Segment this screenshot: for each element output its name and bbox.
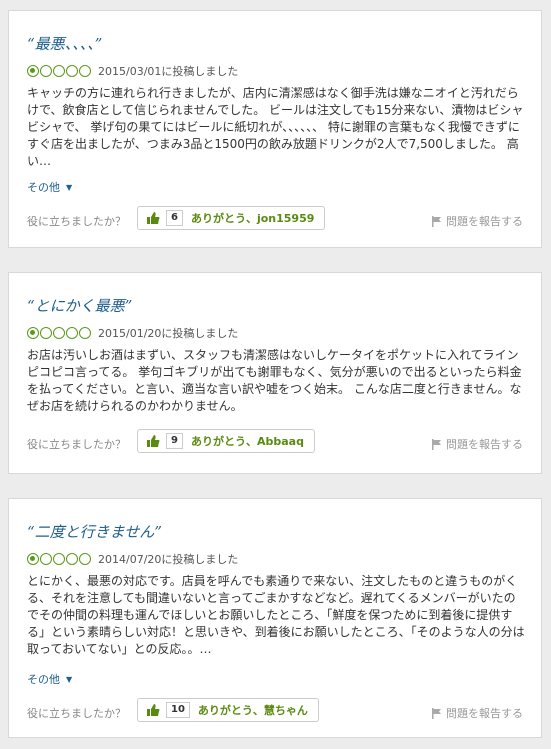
report-link[interactable]: 問題を報告する bbox=[432, 213, 523, 229]
thumbs-up-icon bbox=[147, 704, 160, 716]
thanks-button[interactable]: 10 ありがとう、慧ちゃん bbox=[137, 698, 319, 722]
rating-row: 2014/07/20に投稿しました bbox=[27, 551, 238, 567]
thanks-label: ありがとう、慧ちゃん bbox=[197, 704, 308, 717]
flag-icon bbox=[432, 707, 441, 719]
thanks-label: ありがとう、Abbaaq bbox=[190, 435, 304, 448]
bubble-rating-icon bbox=[27, 65, 92, 77]
thanks-count: 9 bbox=[166, 433, 183, 449]
flag-icon bbox=[432, 438, 441, 450]
rating-row: 2015/01/20に投稿しました bbox=[27, 325, 238, 341]
thanks-button[interactable]: 9 ありがとう、Abbaaq bbox=[137, 429, 315, 453]
review-card: “とにかく最悪” 2015/01/20に投稿しました お店は汚いしお酒はまずい、… bbox=[8, 272, 542, 474]
review-card: “最悪、、、、” 2015/03/01に投稿しました キャッチの方に連れられ行き… bbox=[8, 10, 542, 248]
review-list: “最悪、、、、” 2015/03/01に投稿しました キャッチの方に連れられ行き… bbox=[0, 0, 551, 749]
helpful-question: 役に立ちましたか？ bbox=[27, 707, 126, 720]
more-link[interactable]: その他 ▼ bbox=[27, 671, 72, 687]
flag-icon bbox=[432, 215, 441, 227]
report-label: 問題を報告する bbox=[446, 438, 523, 451]
more-label: その他 bbox=[27, 181, 60, 194]
thumbs-up-icon bbox=[147, 212, 160, 224]
review-body: キャッチの方に連れられ行きましたが、店内に清潔感はなく御手洗は嫌なニオイと汚れだ… bbox=[27, 86, 524, 168]
review-card: “二度と行きません” 2014/07/20に投稿しました とにかく、最悪の対応で… bbox=[8, 498, 542, 738]
more-link[interactable]: その他 ▼ bbox=[27, 179, 72, 195]
review-title[interactable]: “最悪、、、、” bbox=[27, 33, 102, 54]
thanks-label: ありがとう、jon15959 bbox=[190, 212, 315, 225]
review-body: お店は汚いしお酒はまずい、スタッフも清潔感はないしケータイをポケットに入れてライ… bbox=[27, 348, 522, 413]
review-date: 2015/03/01に投稿しました bbox=[98, 65, 239, 78]
report-label: 問題を報告する bbox=[446, 215, 523, 228]
thanks-count: 10 bbox=[166, 702, 190, 718]
helpful-question: 役に立ちましたか？ bbox=[27, 438, 126, 451]
review-date: 2014/07/20に投稿しました bbox=[98, 553, 239, 566]
bubble-rating-icon bbox=[27, 327, 92, 339]
thanks-count: 6 bbox=[166, 210, 183, 226]
caret-down-icon: ▼ bbox=[66, 674, 73, 684]
report-link[interactable]: 問題を報告する bbox=[432, 436, 523, 452]
thumbs-up-icon bbox=[147, 435, 160, 447]
caret-down-icon: ▼ bbox=[66, 182, 73, 192]
report-link[interactable]: 問題を報告する bbox=[432, 705, 523, 721]
review-title[interactable]: “二度と行きません” bbox=[27, 521, 162, 542]
review-body: とにかく、最悪の対応です。店員を呼んでも素通りで来ない、注文したものと違うものが… bbox=[27, 574, 525, 656]
rating-row: 2015/03/01に投稿しました bbox=[27, 63, 238, 79]
review-title[interactable]: “とにかく最悪” bbox=[27, 295, 132, 316]
review-date: 2015/01/20に投稿しました bbox=[98, 327, 239, 340]
report-label: 問題を報告する bbox=[446, 707, 523, 720]
helpful-question: 役に立ちましたか？ bbox=[27, 215, 126, 228]
more-label: その他 bbox=[27, 673, 60, 686]
bubble-rating-icon bbox=[27, 553, 92, 565]
thanks-button[interactable]: 6 ありがとう、jon15959 bbox=[137, 206, 326, 230]
